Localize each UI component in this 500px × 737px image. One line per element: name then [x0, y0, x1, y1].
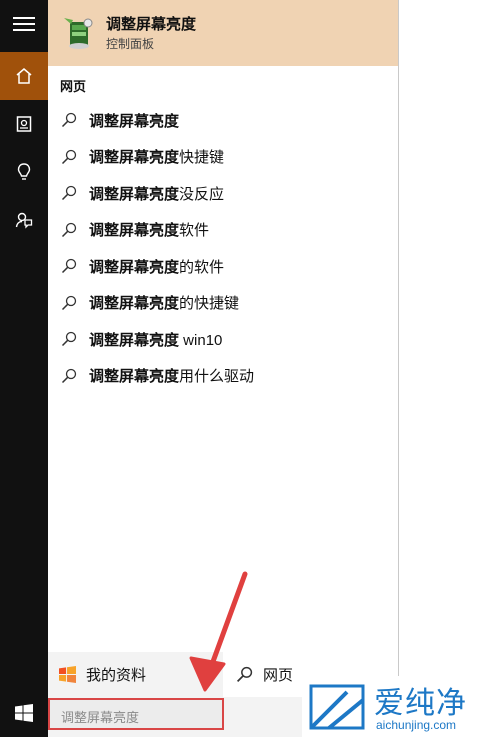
suggestion-query: 调整屏幕亮度 [89, 368, 180, 386]
suggestion-query: 调整屏幕亮度 [89, 258, 180, 276]
feedback-icon [15, 212, 33, 229]
suggestion-completion: 的快捷键 [179, 295, 240, 313]
suggestion-query: 调整屏幕亮度 [89, 295, 180, 313]
hamburger-icon [13, 17, 35, 31]
home-icon [16, 68, 32, 84]
search-icon [61, 332, 77, 347]
search-icon [61, 149, 77, 164]
web-suggestion-item[interactable]: 调整屏幕亮度 [48, 102, 398, 139]
search-icon [61, 113, 77, 128]
suggestion-text: 调整屏幕亮度 win10 [89, 329, 222, 350]
suggestion-completion: 用什么驱动 [179, 368, 255, 386]
feedback-button[interactable] [0, 196, 48, 244]
my-data-tab[interactable]: 我的资料 [48, 652, 222, 697]
suggestion-completion: 没反应 [179, 185, 225, 203]
windows-logo-icon [15, 704, 33, 722]
web-section-heading: 网页 [60, 79, 87, 94]
aichunjing-logo-icon [309, 684, 365, 730]
watermark: 爱纯净 aichunjing.com [302, 676, 500, 737]
suggestion-completion: 软件 [179, 222, 210, 240]
windows-logo-icon [59, 666, 76, 683]
web-suggestion-list: 调整屏幕亮度 调整屏幕亮度快捷键 调整屏幕亮度没反应 调整屏幕亮度软件 调整屏幕亮度的软… [48, 102, 398, 394]
notebook-button[interactable] [0, 100, 48, 148]
suggestion-query: 调整屏幕亮度 [89, 185, 180, 203]
suggestion-completion: 的软件 [179, 258, 225, 276]
insights-button[interactable] [0, 148, 48, 196]
home-button[interactable] [0, 52, 48, 100]
suggestion-text: 调整屏幕亮度软件 [89, 219, 209, 240]
web-suggestion-item[interactable]: 调整屏幕亮度快捷键 [48, 139, 398, 176]
web-tab-label: 网页 [263, 667, 294, 684]
search-icon [61, 295, 77, 310]
suggestion-text: 调整屏幕亮度 [89, 110, 179, 131]
suggestion-query: 调整屏幕亮度 [89, 149, 180, 167]
search-icon [61, 259, 77, 274]
suggestion-completion: win10 [179, 331, 223, 349]
my-data-label: 我的资料 [86, 667, 147, 684]
suggestion-query: 调整屏幕亮度 [89, 331, 180, 349]
start-button[interactable] [0, 689, 48, 737]
suggestion-text: 调整屏幕亮度用什么驱动 [89, 365, 254, 386]
search-results-panel: 调整屏幕亮度 控制面板 网页 调整屏幕亮度 调整屏幕亮度快捷键 调整屏幕亮度没反应调… [48, 0, 399, 737]
search-icon [61, 222, 77, 237]
web-suggestion-item[interactable]: 调整屏幕亮度没反应 [48, 175, 398, 212]
control-panel-icon [64, 18, 93, 49]
suggestion-completion: 快捷键 [179, 149, 225, 167]
web-suggestion-item[interactable]: 调整屏幕亮度的软件 [48, 248, 398, 285]
suggestion-query: 调整屏幕亮度 [89, 222, 180, 240]
notebook-icon [16, 116, 32, 132]
start-sidebar [0, 0, 48, 737]
web-suggestion-item[interactable]: 调整屏幕亮度的快捷键 [48, 285, 398, 322]
suggestion-text: 调整屏幕亮度的软件 [89, 256, 224, 277]
search-input[interactable]: 调整屏幕亮度 [48, 698, 224, 730]
best-match-subtitle: 控制面板 [106, 36, 155, 51]
suggestion-text: 调整屏幕亮度的快捷键 [89, 292, 239, 313]
watermark-url: aichunjing.com [376, 718, 457, 732]
lightbulb-icon [17, 163, 31, 180]
search-icon [61, 368, 77, 383]
watermark-brand: 爱纯净 [374, 686, 467, 721]
web-suggestion-item[interactable]: 调整屏幕亮度 win10 [48, 321, 398, 358]
suggestion-text: 调整屏幕亮度快捷键 [89, 146, 224, 167]
suggestion-text: 调整屏幕亮度没反应 [89, 183, 224, 204]
best-match-title: 调整屏幕亮度 [106, 15, 197, 33]
search-icon [236, 666, 253, 683]
best-match-item[interactable]: 调整屏幕亮度 控制面板 [48, 0, 398, 66]
search-icon [61, 186, 77, 201]
web-suggestion-item[interactable]: 调整屏幕亮度用什么驱动 [48, 358, 398, 395]
suggestion-query: 调整屏幕亮度 [89, 112, 180, 130]
menu-button[interactable] [0, 0, 48, 48]
web-suggestion-item[interactable]: 调整屏幕亮度软件 [48, 212, 398, 249]
